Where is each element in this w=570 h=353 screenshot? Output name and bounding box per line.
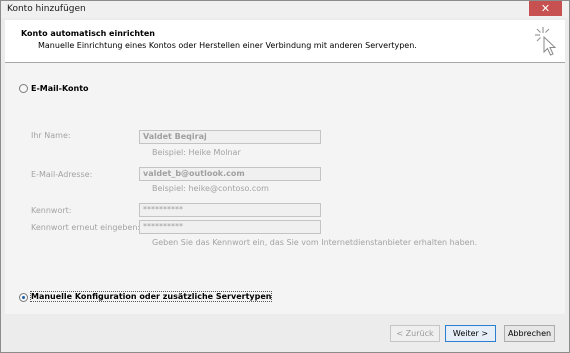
header-title: Konto automatisch einrichten — [21, 29, 155, 38]
add-account-dialog: Konto hinzufügen ✕ Konto automatisch ein… — [0, 0, 570, 353]
close-icon: ✕ — [540, 2, 551, 15]
next-button[interactable]: Weiter > — [445, 325, 496, 342]
email-account-radio[interactable] — [19, 84, 28, 93]
password-repeat-field[interactable]: ********** — [139, 220, 321, 234]
password-hint: Geben Sie das Kennwort ein, das Sie vom … — [152, 238, 478, 247]
wizard-header: Konto automatisch einrichten Manuelle Ei… — [5, 20, 565, 63]
manual-config-radio[interactable] — [19, 293, 28, 302]
password-label: Kennwort: — [31, 206, 72, 215]
email-label: E-Mail-Adresse: — [31, 170, 93, 179]
email-field[interactable]: valdet_b@outlook.com — [139, 167, 321, 181]
email-hint: Beispiel: heike@contoso.com — [152, 184, 269, 193]
cursor-sparkle-icon — [535, 27, 557, 56]
password-repeat-label: Kennwort erneut eingeben: — [31, 223, 141, 232]
name-label: Ihr Name: — [31, 131, 71, 140]
password-field[interactable]: ********** — [139, 203, 321, 217]
email-account-label[interactable]: E-Mail-Konto — [31, 84, 89, 93]
back-button[interactable]: < Zurück — [390, 325, 440, 342]
content-panel: E-Mail-Konto Ihr Name: Valdet Beqiraj Be… — [5, 63, 565, 314]
name-field[interactable]: Valdet Beqiraj — [139, 130, 321, 144]
header-subtitle: Manuelle Einrichtung eines Kontos oder H… — [38, 41, 417, 50]
manual-config-label[interactable]: Manuelle Konfiguration oder zusätzliche … — [29, 291, 273, 302]
name-hint: Beispiel: Heike Molnar — [152, 148, 241, 157]
cancel-button[interactable]: Abbrechen — [504, 325, 555, 342]
window-title: Konto hinzufügen — [7, 4, 86, 14]
close-button[interactable]: ✕ — [529, 1, 562, 16]
title-bar: Konto hinzufügen ✕ — [1, 1, 569, 18]
